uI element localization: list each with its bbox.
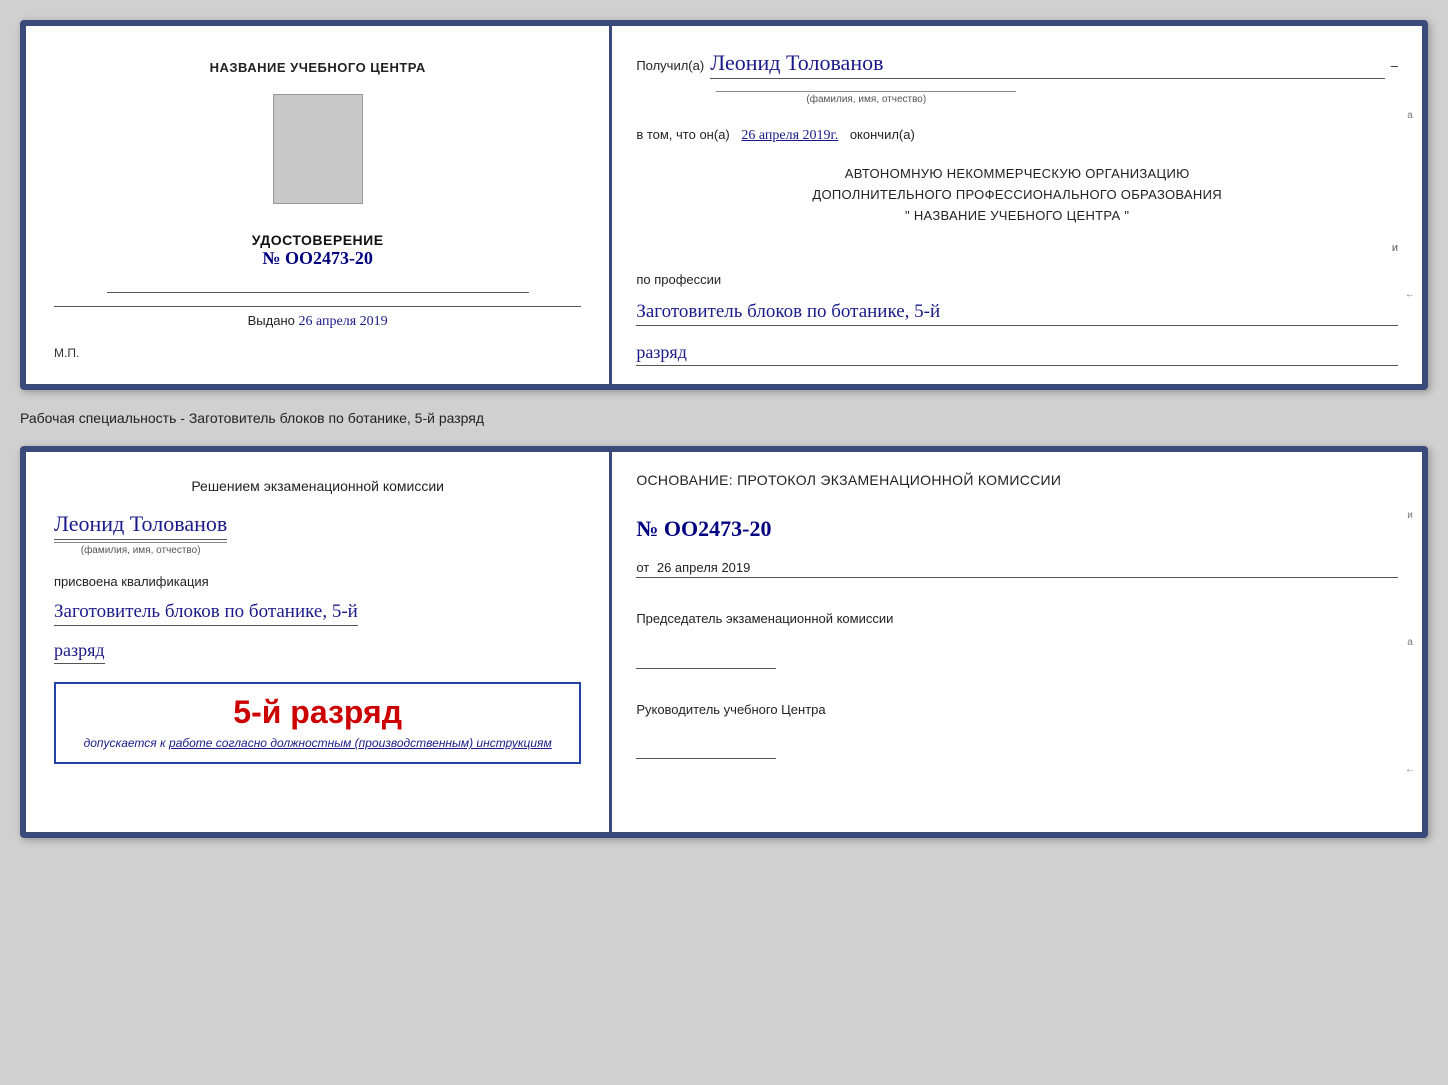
cert-number: № OO2473-20 xyxy=(252,248,384,269)
org-line3: " НАЗВАНИЕ УЧЕБНОГО ЦЕНТРА " xyxy=(636,206,1398,227)
bottom-deco-i: и xyxy=(1407,510,1413,521)
top-center-title: НАЗВАНИЕ УЧЕБНОГО ЦЕНТРА xyxy=(210,60,426,75)
from-date-value: 26 апреля 2019 xyxy=(657,560,751,575)
director-block: Руководитель учебного Центра xyxy=(636,701,1398,765)
recipient-name: Леонид Толованов xyxy=(710,50,1385,79)
allowed-detail: работе согласно должностным (производств… xyxy=(169,736,552,750)
chairman-block: Председатель экзаменационной комиссии xyxy=(636,610,1398,674)
issued-date: 26 апреля 2019 xyxy=(299,314,388,329)
issued-label: Выдано xyxy=(248,313,295,328)
top-document: НАЗВАНИЕ УЧЕБНОГО ЦЕНТРА УДОСТОВЕРЕНИЕ №… xyxy=(20,20,1428,390)
confirmed-line: в том, что он(а) 26 апреля 2019г. окончи… xyxy=(636,127,1398,144)
recipient-line: Получил(а) Леонид Толованов – xyxy=(636,50,1398,79)
chairman-sig-line xyxy=(636,649,776,669)
protocol-number: № OO2473-20 xyxy=(636,516,1398,542)
bottom-person-name: Леонид Толованов xyxy=(54,511,227,540)
protocol-number-value: OO2473-20 xyxy=(664,516,772,541)
profession-label: по профессии xyxy=(636,272,1398,287)
director-sig-line xyxy=(636,739,776,759)
cert-title: УДОСТОВЕРЕНИЕ xyxy=(252,232,384,248)
name-caption-top: (фамилия, имя, отчество) xyxy=(716,91,1016,105)
decision-label: Решением экзаменационной комиссии xyxy=(54,476,581,497)
confirmed-label: в том, что он(а) xyxy=(636,127,729,142)
side-decorations: а ← xyxy=(1398,26,1422,384)
received-label: Получил(а) xyxy=(636,58,704,73)
protocol-prefix: № xyxy=(636,516,658,541)
mp-label: М.П. xyxy=(54,346,79,360)
bottom-side-decorations: и а ← xyxy=(1398,452,1422,832)
top-left-panel: НАЗВАНИЕ УЧЕБНОГО ЦЕНТРА УДОСТОВЕРЕНИЕ №… xyxy=(26,26,612,384)
top-right-panel: Получил(а) Леонид Толованов – (фамилия, … xyxy=(612,26,1422,384)
chairman-label: Председатель экзаменационной комиссии xyxy=(636,610,1398,628)
separator-label: Рабочая специальность - Заготовитель бло… xyxy=(20,406,1428,430)
org-line2: ДОПОЛНИТЕЛЬНОГО ПРОФЕССИОНАЛЬНОГО ОБРАЗО… xyxy=(636,185,1398,206)
bottom-deco-a: а xyxy=(1407,637,1413,648)
deco-arrow: ← xyxy=(1405,289,1415,300)
document-container: НАЗВАНИЕ УЧЕБНОГО ЦЕНТРА УДОСТОВЕРЕНИЕ №… xyxy=(20,20,1428,838)
bottom-deco-arrow: ← xyxy=(1405,764,1415,775)
allowed-prefix: допускается к xyxy=(84,736,166,750)
allowed-text: допускается к работе согласно должностны… xyxy=(70,735,565,752)
cert-number-prefix: № xyxy=(262,248,280,268)
bottom-rank-text: разряд xyxy=(54,640,105,664)
from-label: от xyxy=(636,560,649,575)
photo-placeholder xyxy=(273,94,363,204)
rank-text-top: разряд xyxy=(636,342,1398,366)
bottom-name-caption: (фамилия, имя, отчество) xyxy=(54,542,227,556)
from-date-line: от 26 апреля 2019 xyxy=(636,560,1398,578)
issued-line: Выдано 26 апреля 2019 xyxy=(54,306,581,330)
org-line1: АВТОНОМНУЮ НЕКОММЕРЧЕСКУЮ ОРГАНИЗАЦИЮ xyxy=(636,164,1398,185)
big-rank: 5-й разряд xyxy=(70,694,565,731)
deco-a: а xyxy=(1407,110,1413,121)
org-block: АВТОНОМНУЮ НЕКОММЕРЧЕСКУЮ ОРГАНИЗАЦИЮ ДО… xyxy=(636,164,1398,226)
bottom-right-panel: Основание: протокол экзаменационной коми… xyxy=(612,452,1422,832)
bottom-document: Решением экзаменационной комиссии Леонид… xyxy=(20,446,1428,838)
assigned-label: присвоена квалификация xyxy=(54,574,209,589)
profession-name: Заготовитель блоков по ботанике, 5-й xyxy=(636,301,1398,326)
cert-number-value: OO2473-20 xyxy=(285,248,373,268)
bottom-qualification: Заготовитель блоков по ботанике, 5-й xyxy=(54,601,358,626)
confirmed-date: 26 апреля 2019г. xyxy=(741,128,838,143)
cert-number-section: УДОСТОВЕРЕНИЕ № OO2473-20 xyxy=(252,232,384,269)
director-label: Руководитель учебного Центра xyxy=(636,701,1398,719)
bottom-left-panel: Решением экзаменационной комиссии Леонид… xyxy=(26,452,612,832)
base-label: Основание: протокол экзаменационной коми… xyxy=(636,472,1398,488)
finished-label: окончил(а) xyxy=(850,127,915,142)
qualification-box: 5-й разряд допускается к работе согласно… xyxy=(54,682,581,764)
